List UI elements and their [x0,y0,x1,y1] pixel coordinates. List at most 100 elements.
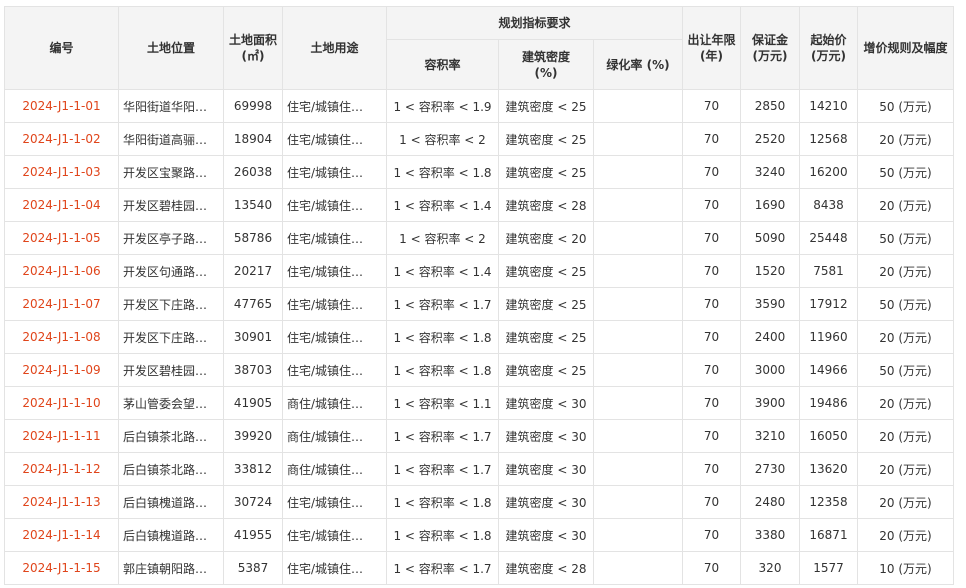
cell-increment: 50 (万元) [857,155,954,189]
cell-code[interactable]: 2024-J1-1-11 [4,419,119,453]
cell-density: 建筑密度 < 25 [498,89,594,123]
cell-location: 后白镇茶北路… [118,419,224,453]
cell-start-price: 14210 [799,89,858,123]
cell-code[interactable]: 2024-J1-1-04 [4,188,119,222]
cell-code[interactable]: 2024-J1-1-07 [4,287,119,321]
cell-location: 郭庄镇朝阳路… [118,551,224,585]
cell-area: 33812 [223,452,283,486]
cell-increment: 50 (万元) [857,287,954,321]
cell-green [593,155,683,189]
cell-years: 70 [682,419,741,453]
cell-location: 开发区下庄路… [118,287,224,321]
cell-location: 开发区亭子路… [118,221,224,255]
cell-area: 30724 [223,485,283,519]
cell-location: 华阳街道华阳… [118,89,224,123]
table-row: 2024-J1-1-12 后白镇茶北路… 33812 商住/城镇住… 1 < 容积率 <… [4,452,954,486]
cell-code[interactable]: 2024-J1-1-13 [4,485,119,519]
cell-increment: 50 (万元) [857,221,954,255]
table-row: 2024-J1-1-09 开发区碧桂园… 38703 住宅/城镇住… 1 < 容积率 <… [4,353,954,387]
cell-increment: 20 (万元) [857,320,954,354]
cell-density: 建筑密度 < 25 [498,122,594,156]
cell-far: 1 < 容积率 < 1.1 [386,386,499,420]
cell-use: 住宅/城镇住… [282,254,387,288]
cell-code[interactable]: 2024-J1-1-02 [4,122,119,156]
cell-use: 住宅/城镇住… [282,353,387,387]
cell-deposit: 3380 [740,518,800,552]
cell-area: 20217 [223,254,283,288]
cell-years: 70 [682,188,741,222]
cell-location: 后白镇槐道路… [118,518,224,552]
cell-far: 1 < 容积率 < 1.8 [386,518,499,552]
cell-start-price: 16871 [799,518,858,552]
cell-far: 1 < 容积率 < 1.7 [386,419,499,453]
cell-far: 1 < 容积率 < 1.8 [386,485,499,519]
cell-green [593,551,683,585]
table-row: 2024-J1-1-07 开发区下庄路… 47765 住宅/城镇住… 1 < 容积率 <… [4,287,954,321]
cell-start-price: 16050 [799,419,858,453]
cell-location: 开发区碧桂园… [118,353,224,387]
cell-density: 建筑密度 < 30 [498,518,594,552]
cell-green [593,485,683,519]
cell-code[interactable]: 2024-J1-1-15 [4,551,119,585]
cell-years: 70 [682,518,741,552]
cell-area: 41905 [223,386,283,420]
cell-deposit: 3210 [740,419,800,453]
cell-years: 70 [682,551,741,585]
cell-use: 住宅/城镇住… [282,320,387,354]
cell-area: 69998 [223,89,283,123]
cell-density: 建筑密度 < 30 [498,452,594,486]
cell-code[interactable]: 2024-J1-1-14 [4,518,119,552]
cell-code[interactable]: 2024-J1-1-05 [4,221,119,255]
land-listing-table: 编号 土地位置 土地面积 (㎡) 土地用途 规划指标要求 出让年限 (年) 保证金(… [4,6,954,585]
cell-far: 1 < 容积率 < 1.7 [386,551,499,585]
cell-deposit: 2400 [740,320,800,354]
header-years: 出让年限 (年) [682,6,741,90]
header-increment: 增价规则及幅度 [857,6,954,90]
cell-density: 建筑密度 < 25 [498,155,594,189]
cell-far: 1 < 容积率 < 2 [386,221,499,255]
cell-green [593,89,683,123]
cell-green [593,221,683,255]
cell-code[interactable]: 2024-J1-1-06 [4,254,119,288]
header-green: 绿化率 (%) [593,39,683,90]
cell-use: 商住/城镇住… [282,386,387,420]
cell-start-price: 17912 [799,287,858,321]
cell-green [593,386,683,420]
cell-increment: 10 (万元) [857,551,954,585]
cell-deposit: 3000 [740,353,800,387]
cell-code[interactable]: 2024-J1-1-10 [4,386,119,420]
cell-code[interactable]: 2024-J1-1-12 [4,452,119,486]
table-row: 2024-J1-1-14 后白镇槐道路… 41955 住宅/城镇住… 1 < 容积率 <… [4,518,954,552]
cell-green [593,452,683,486]
cell-location: 开发区碧桂园… [118,188,224,222]
cell-area: 26038 [223,155,283,189]
cell-code[interactable]: 2024-J1-1-08 [4,320,119,354]
cell-area: 41955 [223,518,283,552]
table-header: 编号 土地位置 土地面积 (㎡) 土地用途 规划指标要求 出让年限 (年) 保证金(… [4,6,954,90]
cell-density: 建筑密度 < 20 [498,221,594,255]
cell-code[interactable]: 2024-J1-1-09 [4,353,119,387]
header-planning-group: 规划指标要求 [386,6,683,40]
cell-far: 1 < 容积率 < 1.8 [386,320,499,354]
cell-deposit: 3900 [740,386,800,420]
table-row: 2024-J1-1-15 郭庄镇朝阳路… 5387 住宅/城镇住… 1 < 容积率 < … [4,551,954,585]
cell-start-price: 14966 [799,353,858,387]
cell-density: 建筑密度 < 25 [498,287,594,321]
cell-use: 住宅/城镇住… [282,221,387,255]
cell-increment: 20 (万元) [857,188,954,222]
cell-green [593,287,683,321]
cell-density: 建筑密度 < 28 [498,188,594,222]
cell-years: 70 [682,221,741,255]
cell-code[interactable]: 2024-J1-1-03 [4,155,119,189]
cell-code[interactable]: 2024-J1-1-01 [4,89,119,123]
cell-deposit: 1520 [740,254,800,288]
cell-green [593,353,683,387]
cell-increment: 20 (万元) [857,419,954,453]
header-location: 土地位置 [118,6,224,90]
cell-deposit: 2520 [740,122,800,156]
cell-far: 1 < 容积率 < 1.4 [386,254,499,288]
cell-density: 建筑密度 < 30 [498,386,594,420]
cell-start-price: 25448 [799,221,858,255]
cell-green [593,254,683,288]
cell-years: 70 [682,386,741,420]
